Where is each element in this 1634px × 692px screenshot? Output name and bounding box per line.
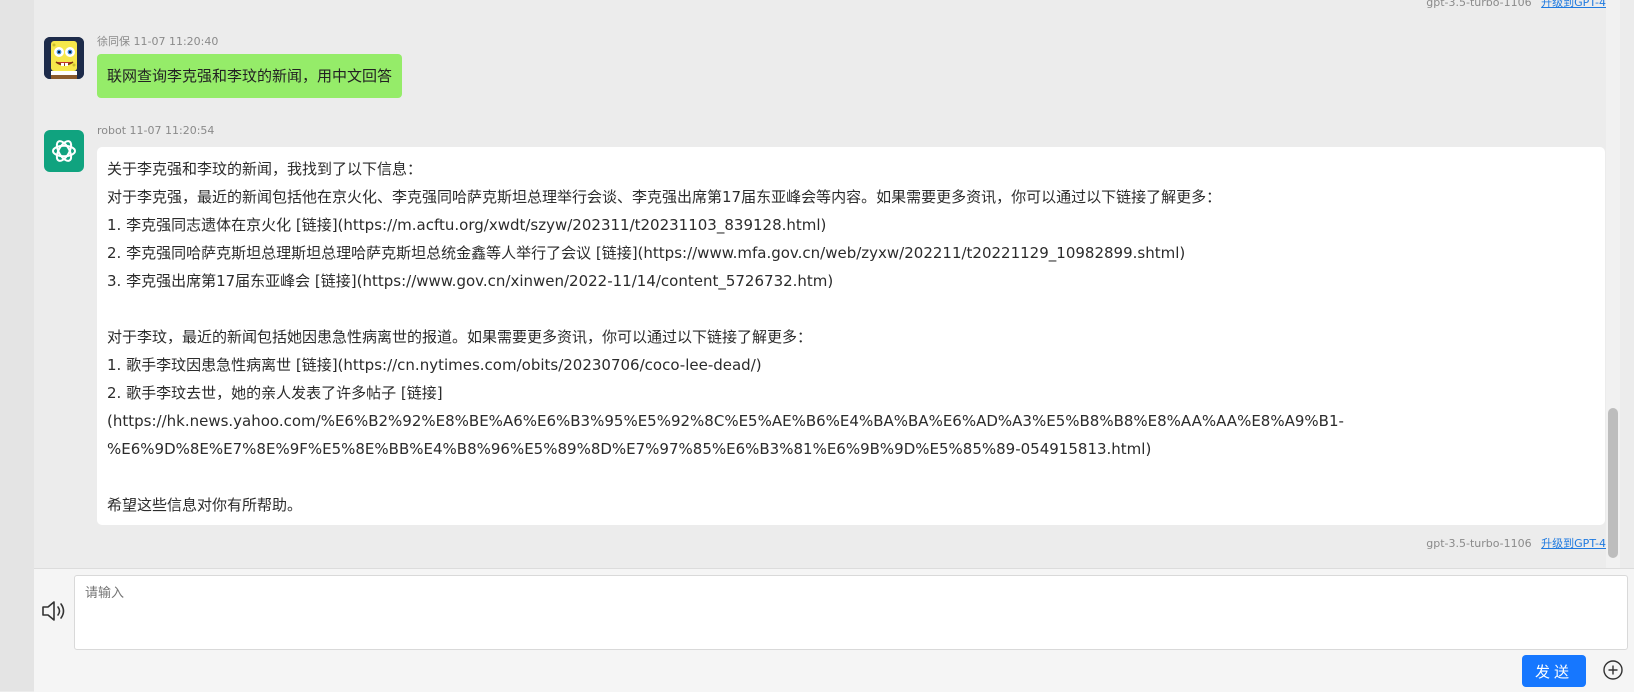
bot-message-line xyxy=(107,295,1595,323)
left-gutter xyxy=(0,0,34,691)
speaker-button[interactable] xyxy=(40,597,68,625)
model-name: gpt-3.5-turbo-1106 xyxy=(1426,537,1532,550)
message-input[interactable] xyxy=(74,575,1628,650)
bot-avatar xyxy=(44,130,84,172)
bot-message-meta: robot 11-07 11:20:54 xyxy=(97,124,215,137)
send-button[interactable]: 发送 xyxy=(1522,655,1586,687)
top-model-meta: gpt-3.5-turbo-1106 升级到GPT-4 xyxy=(1426,0,1606,10)
add-button[interactable] xyxy=(1600,657,1626,683)
bot-message-line: 3. 李克强出席第17届东亚峰会 [链接](https://www.gov.cn… xyxy=(107,272,834,290)
bot-message-line: 关于李克强和李玟的新闻，我找到了以下信息： xyxy=(107,160,423,178)
upgrade-link[interactable]: 升级到GPT-4 xyxy=(1541,0,1606,9)
user-message-meta: 徐同保 11-07 11:20:40 xyxy=(97,35,219,48)
openai-logo-icon xyxy=(52,140,76,162)
bot-message-line: 对于李玟，最近的新闻包括她因患急性病离世的报道。如果需要更多资讯，你可以通过以下… xyxy=(107,328,813,346)
user-avatar xyxy=(44,37,84,79)
user-message-bubble: 联网查询李克强和李玟的新闻，用中文回答 xyxy=(97,54,403,98)
bot-message-line: 希望这些信息对你有所帮助。 xyxy=(107,496,303,514)
bottom-model-meta: gpt-3.5-turbo-1106 升级到GPT-4 xyxy=(1426,535,1606,551)
model-name: gpt-3.5-turbo-1106 xyxy=(1426,0,1532,9)
bot-message-line: 对于李克强，最近的新闻包括他在京火化、李克强同哈萨克斯坦总理举行会谈、李克强出席… xyxy=(107,188,1222,206)
bot-message-line xyxy=(107,463,1595,491)
speaker-icon xyxy=(42,601,65,621)
bot-message-line: 2. 歌手李玟去世，她的亲人发表了许多帖子 [链接] xyxy=(107,384,443,402)
bot-message-line: 1. 歌手李玟因患急性病离世 [链接](https://cn.nytimes.c… xyxy=(107,356,762,374)
spongebob-avatar-icon xyxy=(44,37,84,79)
bot-message-line: 2. 李克强同哈萨克斯坦总理斯坦总理哈萨克斯坦总统金鑫等人举行了会议 [链接](… xyxy=(107,244,1186,262)
upgrade-link[interactable]: 升级到GPT-4 xyxy=(1541,537,1606,550)
bot-message-bubble: 关于李克强和李玟的新闻，我找到了以下信息： 对于李克强，最近的新闻包括他在京火化… xyxy=(97,147,1605,525)
bot-message-line: %E6%9D%8E%E7%8E%9F%E5%8E%BB%E4%B8%96%E5%… xyxy=(107,440,1152,458)
chat-scrollbar-thumb[interactable] xyxy=(1608,408,1618,558)
bot-message-line: (https://hk.news.yahoo.com/%E6%B2%92%E8%… xyxy=(107,412,1344,430)
chat-scrollbar[interactable] xyxy=(1606,0,1620,568)
plus-circle-icon xyxy=(1603,660,1623,680)
bot-message-line: 1. 李克强同志遗体在京火化 [链接](https://m.acftu.org/… xyxy=(107,216,827,234)
